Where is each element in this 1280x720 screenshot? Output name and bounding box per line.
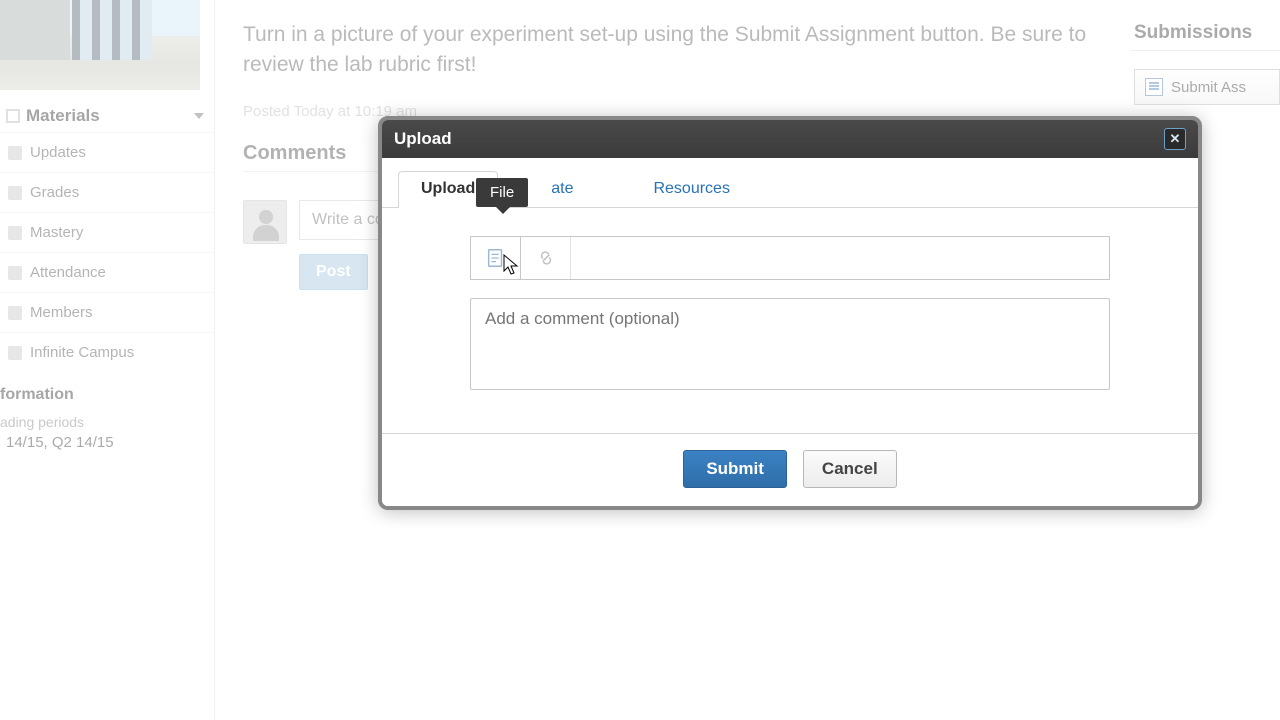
upload-comment-input[interactable] <box>470 298 1110 390</box>
upload-modal: Upload ✕ Upload ate Resources <box>378 116 1202 510</box>
close-button[interactable]: ✕ <box>1164 128 1186 150</box>
link-icon <box>535 247 557 269</box>
attach-file-button[interactable] <box>471 237 521 279</box>
close-icon: ✕ <box>1170 131 1181 147</box>
file-tooltip: File <box>476 178 528 207</box>
file-icon <box>485 247 507 269</box>
cancel-button[interactable]: Cancel <box>803 450 897 488</box>
attachment-drop-zone[interactable] <box>571 237 1109 279</box>
tab-resources[interactable]: Resources <box>630 171 752 208</box>
modal-title: Upload <box>394 129 452 149</box>
attachment-bar <box>470 236 1110 280</box>
attach-link-button[interactable] <box>521 237 571 279</box>
submit-button[interactable]: Submit <box>683 450 787 488</box>
